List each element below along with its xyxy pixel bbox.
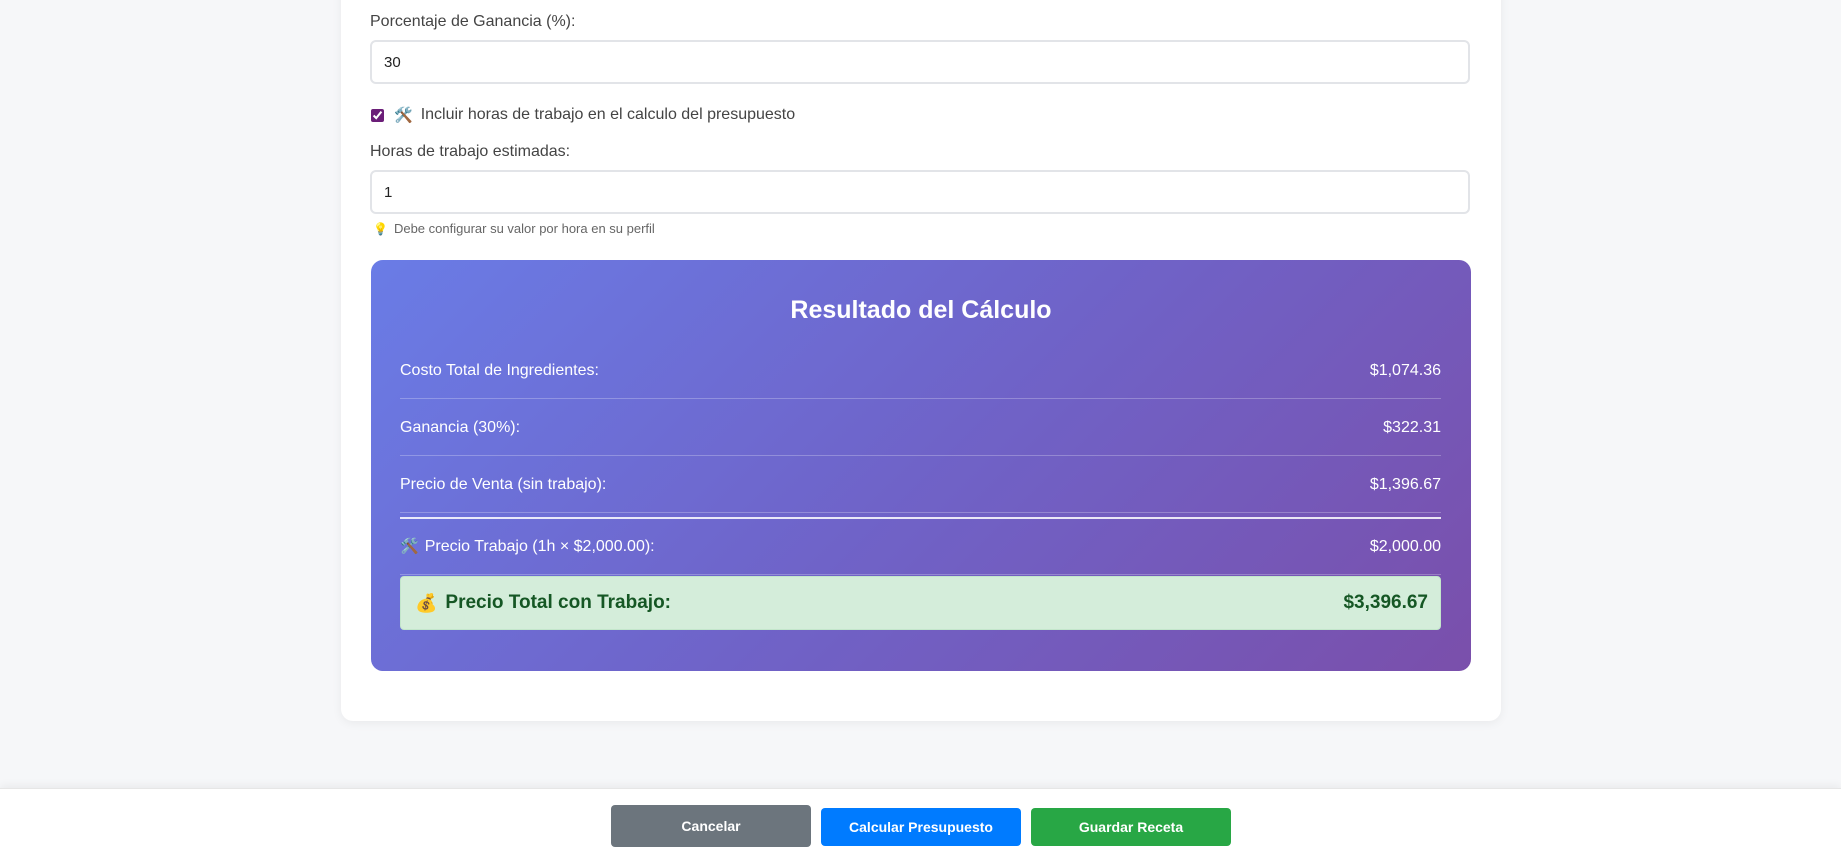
- sale-price-value: $1,396.67: [1369, 475, 1441, 493]
- tools-icon: 🛠️: [394, 106, 413, 124]
- profit-row: Ganancia (30%): $322.31: [400, 400, 1441, 456]
- work-hours-input[interactable]: [370, 170, 1470, 214]
- save-recipe-button[interactable]: Guardar Receta: [1031, 808, 1231, 846]
- calculation-result-panel: Resultado del Cálculo Costo Total de Ing…: [371, 260, 1471, 671]
- work-hours-label: Horas de trabajo estimadas:: [370, 143, 571, 160]
- ingredients-cost-value: $1,074.36: [1369, 361, 1441, 379]
- tools-icon: 🛠️: [400, 538, 419, 555]
- include-hours-label[interactable]: Incluir horas de trabajo en el calculo d…: [421, 106, 795, 124]
- hint-text: Debe configurar su valor por hora en su …: [393, 221, 655, 236]
- lightbulb-icon: 💡: [373, 221, 388, 236]
- profit-value: $322.31: [1383, 418, 1441, 436]
- cancel-button[interactable]: Cancelar: [611, 805, 811, 847]
- total-value: $3,396.67: [1343, 592, 1428, 613]
- hourly-rate-hint: 💡 Debe configurar su valor por hora en s…: [373, 221, 655, 236]
- include-hours-row[interactable]: 🛠️ Incluir horas de trabajo en el calcul…: [370, 106, 795, 124]
- money-bag-icon: 💰: [415, 593, 438, 613]
- labor-price-row: 🛠️ Precio Trabajo (1h × $2,000.00): $2,0…: [400, 519, 1441, 575]
- labor-price-value: $2,000.00: [1369, 537, 1441, 555]
- action-footer: Cancelar Calcular Presupuesto Guardar Re…: [0, 788, 1841, 847]
- profit-percentage-label: Porcentaje de Ganancia (%):: [370, 13, 576, 30]
- profit-percentage-input[interactable]: [370, 40, 1470, 84]
- ingredients-cost-row: Costo Total de Ingredientes: $1,074.36: [400, 343, 1441, 399]
- result-title: Resultado del Cálculo: [790, 296, 1052, 324]
- include-hours-checkbox[interactable]: [371, 108, 384, 122]
- profit-label: Ganancia (30%):: [400, 418, 521, 436]
- ingredients-cost-label: Costo Total de Ingredientes:: [400, 361, 599, 379]
- total-label: Precio Total con Trabajo:: [445, 592, 672, 613]
- labor-price-label: Precio Trabajo (1h × $2,000.00):: [424, 537, 655, 555]
- labor-price-label-wrap: 🛠️ Precio Trabajo (1h × $2,000.00):: [400, 538, 655, 556]
- sale-price-label: Precio de Venta (sin trabajo):: [400, 475, 607, 493]
- sale-price-row: Precio de Venta (sin trabajo): $1,396.67: [400, 457, 1441, 513]
- calculate-budget-button[interactable]: Calcular Presupuesto: [821, 808, 1021, 846]
- total-with-labor-row: 💰 Precio Total con Trabajo: $3,396.67: [400, 576, 1441, 630]
- total-label-wrap: 💰 Precio Total con Trabajo:: [415, 592, 671, 614]
